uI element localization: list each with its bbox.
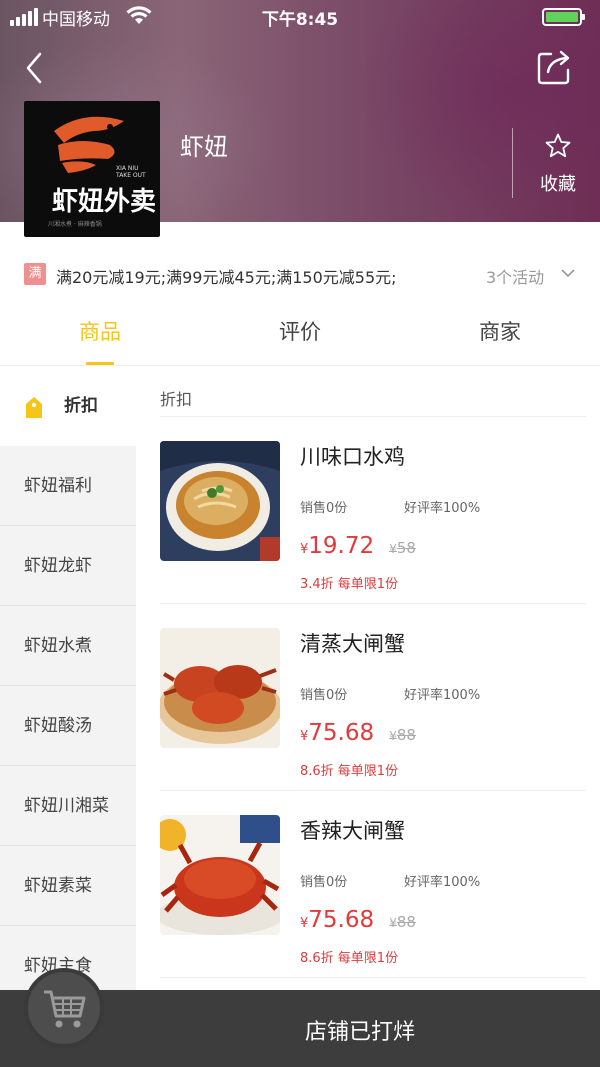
price-row: ¥75.68 ¥88 [300, 720, 416, 746]
product-price: 75.68 [308, 720, 375, 746]
status-bar: 中国移动 下午8:45 [0, 0, 600, 34]
original-price: ¥88 [389, 913, 416, 931]
share-button[interactable] [536, 48, 576, 86]
favorite-button[interactable]: 收藏 [530, 132, 586, 196]
product-rating: 好评率100% [404, 875, 481, 890]
product-name: 清蒸大闸蟹 [300, 632, 405, 656]
discount-label: 8.6折 每单限1份 [300, 764, 399, 779]
product-item[interactable]: 香辣大闸蟹 销售0份 好评率100% ¥75.68 ¥88 8.6折 每单限1份 [160, 791, 586, 978]
sidebar-item-welfare[interactable]: 虾妞福利 [0, 446, 136, 526]
product-image[interactable] [160, 628, 280, 748]
sidebar-item-label: 折扣 [64, 396, 98, 416]
tab-reviews[interactable]: 评价 [240, 316, 360, 346]
cart-icon [44, 990, 86, 1028]
sidebar-item-sichuan-hunan[interactable]: 虾妞川湘菜 [0, 766, 136, 846]
tab-bar: 商品 评价 商家 [0, 304, 600, 366]
share-icon [537, 50, 570, 85]
promo-badge: 满 [24, 263, 46, 285]
product-name: 香辣大闸蟹 [300, 819, 405, 843]
product-name: 川味口水鸡 [300, 445, 405, 469]
product-item[interactable]: 川味口水鸡 销售0份 好评率100% ¥19.72 ¥58 3.4折 每单限1份 [160, 417, 586, 604]
tab-goods[interactable]: 商品 [40, 316, 160, 346]
sidebar-item-crayfish[interactable]: 虾妞龙虾 [0, 526, 136, 606]
section-title: 折扣 [160, 390, 193, 409]
price-row: ¥19.72 ¥58 [300, 533, 416, 559]
shop-name: 虾妞 [180, 133, 228, 161]
product-sales: 销售0份 [300, 688, 348, 703]
logo-text-en: XIA NIU TAKE OUT [116, 165, 146, 179]
battery-icon [542, 8, 585, 26]
tab-merchant[interactable]: 商家 [440, 316, 560, 346]
chevron-down-icon [560, 265, 576, 285]
logo-subtitle: 川湘水煮 · 麻辣香锅 [48, 221, 102, 228]
favorite-label: 收藏 [540, 174, 576, 195]
discount-label: 8.6折 每单限1份 [300, 951, 399, 966]
original-price: ¥58 [389, 539, 416, 557]
product-rating: 好评率100% [404, 688, 481, 703]
product-item[interactable]: 清蒸大闸蟹 销售0份 好评率100% ¥75.68 ¥88 8.6折 每单限1份 [160, 604, 586, 791]
category-sidebar: 折扣 虾妞福利 虾妞龙虾 虾妞水煮 虾妞酸汤 虾妞川湘菜 虾妞素菜 虾妞主食 [0, 366, 136, 1067]
product-price: 19.72 [308, 533, 375, 559]
logo-text: 虾妞外卖 [52, 187, 157, 217]
product-image[interactable] [160, 441, 280, 561]
tab-indicator [86, 362, 114, 365]
sidebar-item-vegetable[interactable]: 虾妞素菜 [0, 846, 136, 926]
back-button[interactable] [20, 48, 56, 88]
promo-text: 满20元减19元;满99元减45元;满150元减55元; [56, 268, 397, 287]
clock: 下午8:45 [261, 10, 339, 30]
activity-count[interactable]: 3个活动 [486, 264, 544, 288]
product-image[interactable] [160, 815, 280, 935]
star-icon [545, 133, 571, 158]
product-sales: 销售0份 [300, 875, 348, 890]
cart-button[interactable] [24, 968, 104, 1048]
sidebar-item-boiled[interactable]: 虾妞水煮 [0, 606, 136, 686]
back-icon [26, 52, 42, 84]
product-price: 75.68 [308, 907, 375, 933]
shop-logo: 虾妞外卖 XIA NIU TAKE OUT 川湘水煮 · 麻辣香锅 [24, 101, 160, 237]
discount-label: 3.4折 每单限1份 [300, 577, 399, 592]
product-rating: 好评率100% [404, 501, 481, 516]
sidebar-item-discount[interactable]: 折扣 [0, 366, 136, 446]
product-list: 折扣 川味口水鸡 销售0份 好评率100% ¥19.72 ¥58 3.4折 每单… [136, 366, 600, 1067]
product-sales: 销售0份 [300, 501, 348, 516]
sidebar-item-sour-soup[interactable]: 虾妞酸汤 [0, 686, 136, 766]
price-row: ¥75.68 ¥88 [300, 907, 416, 933]
header-divider [512, 128, 513, 198]
tag-icon [26, 397, 42, 418]
original-price: ¥88 [389, 726, 416, 744]
